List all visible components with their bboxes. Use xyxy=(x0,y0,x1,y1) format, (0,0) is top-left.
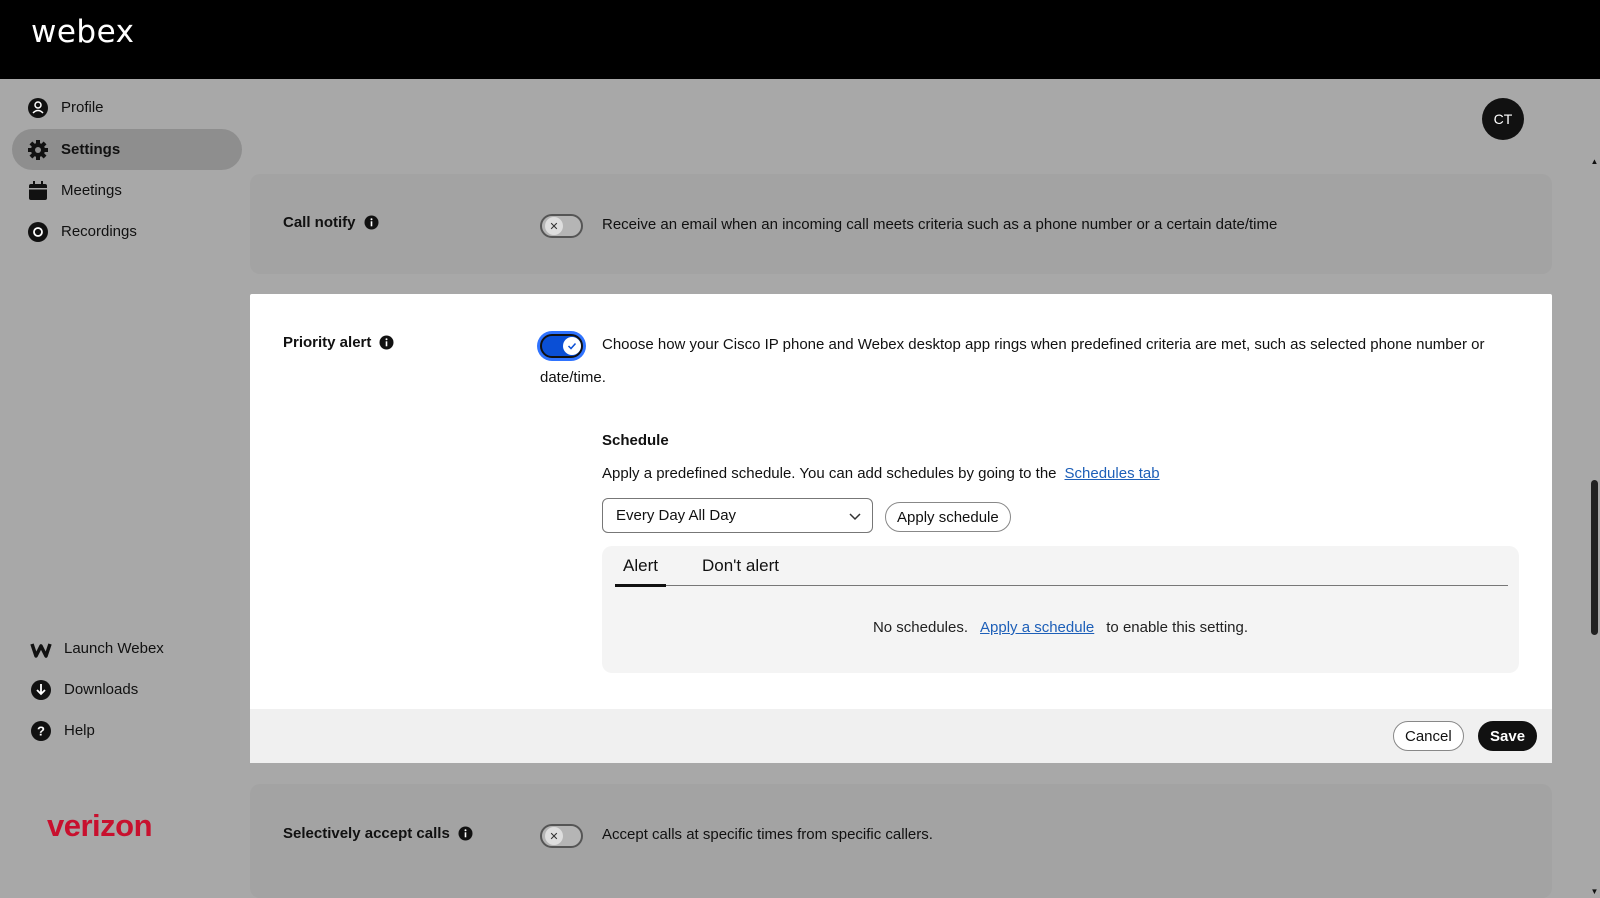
call-notify-label: Call notify xyxy=(283,214,379,231)
check-icon xyxy=(563,337,581,355)
schedule-description-text: Apply a predefined schedule. You can add… xyxy=(602,465,1057,482)
sidebar-item-label: Settings xyxy=(61,141,121,158)
help-icon: ? xyxy=(30,720,52,742)
gear-icon xyxy=(27,139,49,161)
sidebar-item-launch-webex[interactable]: Launch Webex xyxy=(12,628,242,669)
sidebar-item-label: Recordings xyxy=(61,223,137,240)
verizon-logo: verizon xyxy=(47,808,153,843)
tab-divider xyxy=(615,585,1508,586)
priority-alert-description: Choose how your Cisco IP phone and Webex… xyxy=(602,336,1485,353)
sidebar-item-recordings[interactable]: Recordings xyxy=(12,211,242,252)
svg-text:?: ? xyxy=(37,723,45,738)
schedule-select-value: Every Day All Day xyxy=(616,507,737,524)
sidebar-item-label: Profile xyxy=(61,99,104,116)
sidebar-item-downloads[interactable]: Downloads xyxy=(12,669,242,710)
sidebar-item-settings[interactable]: Settings xyxy=(12,129,242,170)
top-bar: webex xyxy=(0,0,1600,79)
scroll-thumb[interactable] xyxy=(1591,480,1598,635)
selectively-accept-label: Selectively accept calls xyxy=(283,825,473,842)
selectively-accept-title: Selectively accept calls xyxy=(283,825,450,842)
empty-suffix: to enable this setting. xyxy=(1106,619,1249,636)
selectively-accept-description: Accept calls at specific times from spec… xyxy=(602,826,933,843)
scrollbar[interactable]: ▲ ▼ xyxy=(1589,155,1600,898)
schedule-select[interactable]: Every Day All Day xyxy=(602,498,873,533)
schedule-title: Schedule xyxy=(602,432,669,449)
priority-alert-title: Priority alert xyxy=(283,334,372,351)
call-notify-title: Call notify xyxy=(283,214,356,231)
sidebar-item-meetings[interactable]: Meetings xyxy=(12,170,242,211)
tab-dont-alert[interactable]: Don't alert xyxy=(694,556,787,584)
selectively-accept-panel: Selectively accept calls ✕ Accept calls … xyxy=(250,784,1552,898)
schedule-description: Apply a predefined schedule. You can add… xyxy=(602,465,1160,482)
info-icon[interactable] xyxy=(458,826,473,841)
profile-icon xyxy=(27,97,49,119)
call-notify-description: Receive an email when an incoming call m… xyxy=(602,216,1278,233)
sidebar-item-label: Help xyxy=(64,722,95,739)
priority-alert-panel: Priority alert Choose how your Cisco IP … xyxy=(250,294,1552,763)
alert-tabs-box: Alert Don't alert No schedules. Apply a s… xyxy=(602,546,1519,673)
scroll-down-icon[interactable]: ▼ xyxy=(1589,887,1600,897)
sidebar-item-label: Launch Webex xyxy=(64,640,164,657)
tab-alert[interactable]: Alert xyxy=(615,556,666,587)
cancel-button[interactable]: Cancel xyxy=(1393,721,1464,751)
sidebar: Profile Settings Meetings Recordings Lau… xyxy=(0,79,245,898)
sidebar-item-help[interactable]: ? Help xyxy=(12,710,242,751)
panel-footer: Cancel Save xyxy=(250,709,1552,763)
priority-alert-description-cont: date/time. xyxy=(540,369,606,386)
selectively-accept-toggle[interactable]: ✕ xyxy=(540,824,583,848)
webex-logo-icon xyxy=(30,638,52,660)
priority-alert-label: Priority alert xyxy=(283,334,394,351)
close-icon: ✕ xyxy=(545,217,563,235)
apply-schedule-link[interactable]: Apply a schedule xyxy=(980,619,1094,636)
empty-schedules-message: No schedules. Apply a schedule to enable t… xyxy=(602,619,1519,636)
close-icon: ✕ xyxy=(545,827,563,845)
sidebar-item-label: Downloads xyxy=(64,681,139,698)
empty-prefix: No schedules. xyxy=(872,619,969,636)
info-icon[interactable] xyxy=(364,215,379,230)
calendar-icon xyxy=(27,180,49,202)
webex-logo[interactable]: webex xyxy=(31,14,134,50)
chevron-down-icon xyxy=(848,509,862,527)
save-button[interactable]: Save xyxy=(1478,721,1538,751)
avatar[interactable]: CT xyxy=(1482,98,1524,140)
sidebar-item-label: Meetings xyxy=(61,182,122,199)
record-icon xyxy=(27,221,49,243)
sidebar-item-profile[interactable]: Profile xyxy=(12,87,242,128)
apply-schedule-button[interactable]: Apply schedule xyxy=(885,502,1011,532)
priority-alert-toggle[interactable] xyxy=(540,334,583,358)
info-icon[interactable] xyxy=(379,335,394,350)
schedules-tab-link[interactable]: Schedules tab xyxy=(1065,465,1160,482)
call-notify-panel: Call notify ✕ Receive an email when an i… xyxy=(250,174,1552,274)
scroll-up-icon[interactable]: ▲ xyxy=(1589,157,1600,167)
call-notify-toggle[interactable]: ✕ xyxy=(540,214,583,238)
download-icon xyxy=(30,679,52,701)
